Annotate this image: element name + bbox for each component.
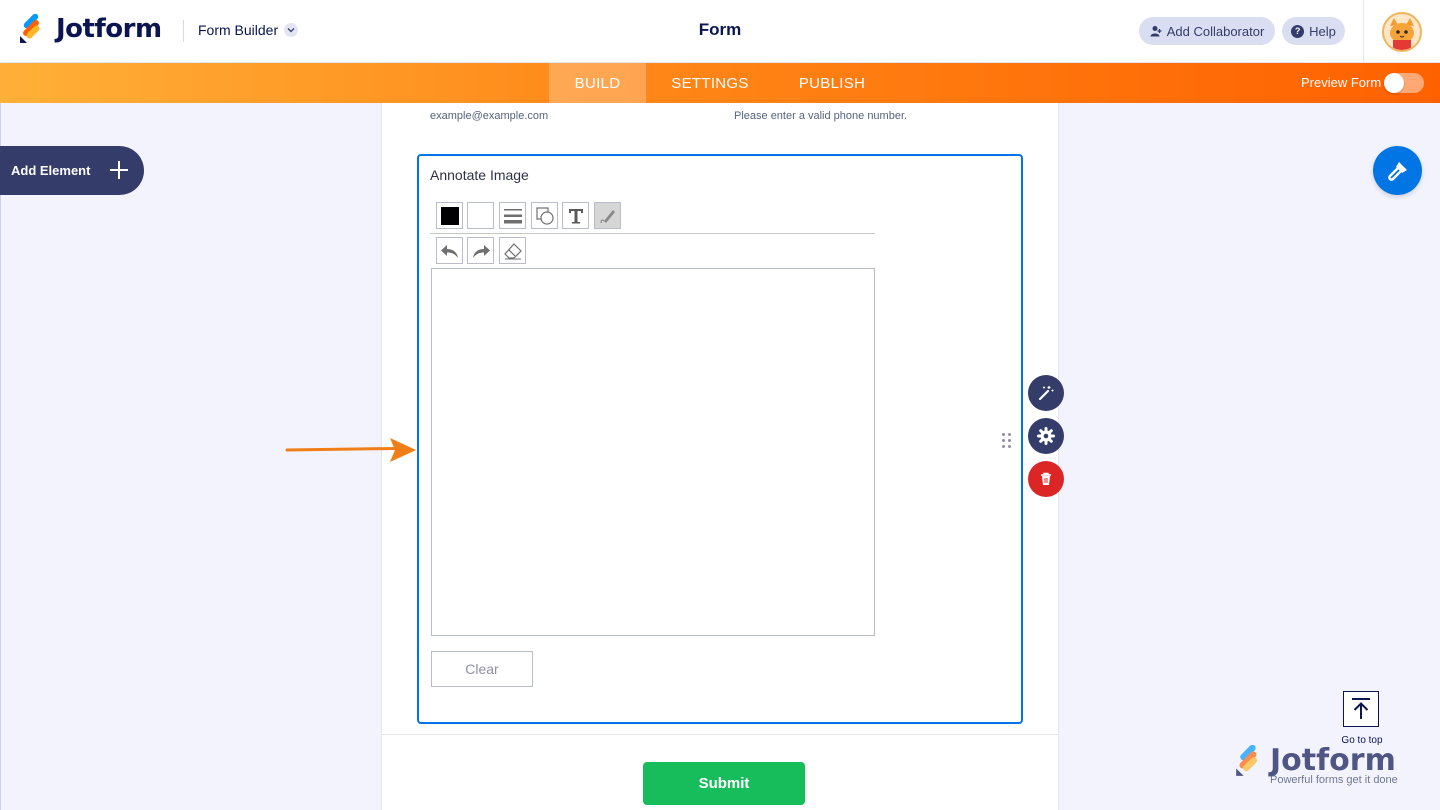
form-designer-button[interactable] [1373, 146, 1422, 195]
help-label: Help [1309, 23, 1336, 39]
phone-sublabel: Please enter a valid phone number. [734, 110, 908, 122]
tab-publish[interactable]: PUBLISH [788, 63, 876, 103]
watermark-tagline: Powerful forms get it done [1270, 774, 1398, 786]
submit-button[interactable]: Submit [643, 762, 805, 805]
chevron-down-icon [284, 23, 299, 37]
eraser-icon [503, 242, 522, 259]
shapes-icon [535, 206, 554, 225]
pen-icon [599, 209, 615, 223]
toolbar-divider [430, 233, 875, 234]
help-button[interactable]: ? Help [1282, 17, 1345, 45]
shapes-button[interactable] [531, 202, 558, 229]
pen-tool-button[interactable] [594, 202, 621, 229]
trash-icon [1041, 472, 1051, 485]
undo-button[interactable] [436, 237, 463, 264]
color-black-button[interactable] [436, 202, 463, 229]
add-element-label: Add Element [11, 163, 91, 178]
field-delete-button[interactable] [1028, 461, 1064, 497]
avatar[interactable] [1382, 12, 1422, 52]
logo-text: Jotform [56, 14, 162, 44]
line-width-button[interactable] [499, 202, 526, 229]
jotform-logo-icon [20, 14, 40, 43]
cat-avatar-icon [1384, 14, 1420, 50]
watermark-brand: Jotform [1270, 743, 1396, 778]
line-width-icon [503, 208, 522, 223]
form-builder-dropdown[interactable]: Form Builder [198, 22, 299, 38]
color-white-button[interactable] [467, 202, 494, 229]
field-wand-button[interactable] [1028, 375, 1064, 411]
preview-form-toggle[interactable] [1384, 73, 1424, 93]
header-divider [183, 20, 184, 42]
gear-icon [1037, 427, 1055, 445]
add-element-button[interactable]: Add Element [0, 146, 144, 195]
jotform-watermark: Jotform [1234, 745, 1396, 777]
text-tool-button[interactable] [562, 202, 589, 229]
jotform-watermark-icon [1236, 745, 1258, 776]
preview-form-label: Preview Form [1301, 75, 1382, 90]
builder-nav-bar: BUILD SETTINGS PUBLISH Preview Form [0, 63, 1440, 103]
redo-icon [472, 244, 490, 258]
jotform-logo[interactable]: Jotform [18, 14, 162, 44]
redo-button[interactable] [467, 237, 494, 264]
drag-handle-icon[interactable] [1002, 433, 1012, 449]
paint-roller-icon [1387, 161, 1407, 181]
add-collaborator-label: Add Collaborator [1166, 23, 1265, 39]
black-swatch-icon [440, 206, 459, 225]
magic-wand-icon [1038, 386, 1054, 401]
add-collaborator-button[interactable]: Add Collaborator [1139, 17, 1275, 45]
tab-build[interactable]: BUILD [549, 63, 646, 103]
arrow-up-icon [1352, 698, 1370, 719]
white-swatch-icon [471, 206, 490, 225]
form-builder-label: Form Builder [198, 22, 279, 38]
page-title[interactable]: Form [699, 20, 742, 39]
go-to-top-button[interactable] [1343, 691, 1379, 727]
annotation-canvas[interactable] [431, 268, 875, 636]
tab-settings[interactable]: SETTINGS [660, 63, 760, 103]
page-break-line [382, 734, 1058, 735]
add-user-icon [1150, 26, 1162, 37]
top-header: Jotform Form Builder Form Add Collaborat… [0, 0, 1440, 63]
help-icon: ? [1291, 24, 1305, 38]
header-divider-right [1363, 0, 1364, 63]
eraser-button[interactable] [499, 237, 526, 264]
left-edge-line [0, 103, 1, 810]
callout-arrow-icon [285, 438, 416, 462]
text-icon [568, 208, 583, 223]
email-sublabel: example@example.com [430, 110, 549, 122]
field-settings-button[interactable] [1028, 418, 1064, 454]
clear-button[interactable]: Clear [431, 651, 533, 687]
plus-icon [108, 159, 130, 181]
undo-icon [440, 244, 458, 258]
annotate-image-label[interactable]: Annotate Image [430, 167, 529, 183]
toggle-knob [1384, 73, 1404, 93]
